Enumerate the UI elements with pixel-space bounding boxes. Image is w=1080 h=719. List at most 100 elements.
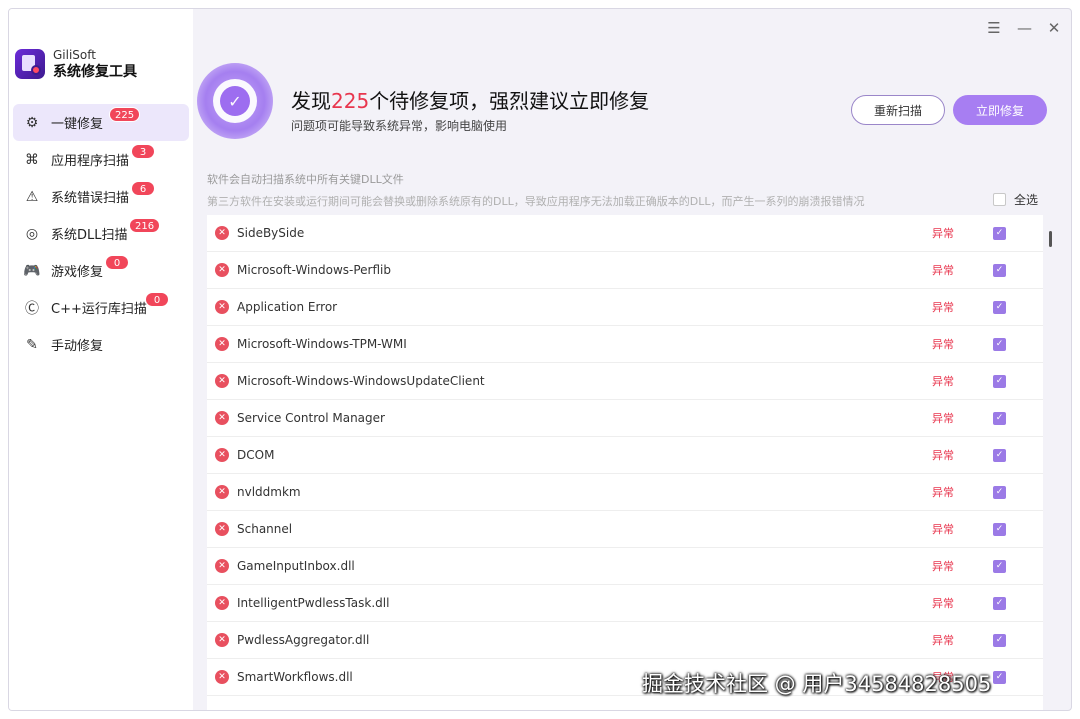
- error-icon: ✕: [215, 670, 229, 684]
- error-icon: ✕: [215, 448, 229, 462]
- error-icon: ✕: [215, 485, 229, 499]
- brand-name-en: GiliSoft: [53, 48, 96, 62]
- status-badge: 异常: [932, 301, 954, 314]
- window-controls: ☰ — ✕: [987, 19, 1061, 37]
- close-icon[interactable]: ✕: [1047, 19, 1061, 37]
- fix-now-button[interactable]: 立即修复: [953, 95, 1047, 125]
- sidebar-item-label: 一键修复: [51, 117, 104, 132]
- item-name: PwdlessAggregator.dll: [237, 633, 370, 647]
- list-item[interactable]: ✕ IntelligentPwdlessTask.dll 异常 ✓: [207, 585, 1043, 622]
- item-checkbox[interactable]: ✓: [993, 559, 1006, 573]
- item-name: IntelligentPwdlessTask.dll: [237, 596, 390, 610]
- sidebar-item-7[interactable]: ✎ 手动修复: [9, 326, 193, 363]
- item-checkbox[interactable]: ✓: [993, 411, 1006, 425]
- item-checkbox[interactable]: ✓: [993, 448, 1006, 462]
- page-title: 发现225个待修复项，强烈建议立即修复: [291, 89, 650, 113]
- issue-list: ✕ SideBySide 异常 ✓ ✕ Microsoft-Windows-Perflib…: [207, 215, 1043, 710]
- sidebar-item-6[interactable]: Ⓒ C++运行库扫描 0: [9, 289, 193, 326]
- item-checkbox[interactable]: ✓: [993, 263, 1006, 277]
- item-checkbox[interactable]: ✓: [993, 485, 1006, 499]
- status-badge: 异常: [932, 523, 954, 536]
- sidebar-item-3[interactable]: ⚠ 系统错误扫描 6: [9, 178, 193, 215]
- item-name: Schannel: [237, 522, 293, 536]
- item-checkbox[interactable]: ✓: [993, 670, 1006, 684]
- minimize-icon[interactable]: —: [1017, 19, 1032, 37]
- item-checkbox[interactable]: ✓: [993, 596, 1006, 610]
- item-name: Microsoft-Windows-TPM-WMI: [237, 337, 407, 351]
- list-item[interactable]: ✕ Microsoft-Windows-WindowsUpdateClient 异常…: [207, 363, 1043, 400]
- item-checkbox[interactable]: ✓: [993, 226, 1006, 240]
- item-name: SideBySide: [237, 226, 305, 240]
- item-name: SmartWorkflows.dll: [237, 670, 353, 684]
- count-badge: 225: [109, 107, 141, 122]
- select-all-checkbox[interactable]: 全选: [993, 191, 1038, 208]
- sidebar-item-label: C++运行库扫描: [51, 302, 147, 317]
- select-all-label: 全选: [1014, 193, 1039, 207]
- sidebar-item-label: 手动修复: [51, 339, 104, 354]
- count-badge: 0: [105, 255, 129, 270]
- status-badge: 异常: [932, 264, 954, 277]
- sidebar-item-5[interactable]: 🎮 游戏修复 0: [9, 252, 193, 289]
- sidebar-item-1[interactable]: ⚙ 一键修复 225: [13, 104, 189, 141]
- app-window: GiliSoft 系统修复工具 ⚙ 一键修复 225 ⌘ 应用程序扫描 3 ⚠ 系统错误扫描 6…: [8, 8, 1072, 711]
- error-icon: ✕: [215, 559, 229, 573]
- status-badge: 异常: [932, 227, 954, 240]
- brand: GiliSoft 系统修复工具: [15, 47, 137, 81]
- status-badge: 异常: [932, 375, 954, 388]
- list-item[interactable]: ✕ DCOM 异常 ✓: [207, 437, 1043, 474]
- list-item[interactable]: ✕ nvlddmkm 异常 ✓: [207, 474, 1043, 511]
- item-name: nvlddmkm: [237, 485, 301, 499]
- error-icon: ✕: [215, 300, 229, 314]
- rescan-button[interactable]: 重新扫描: [851, 95, 945, 125]
- error-icon: ✕: [215, 374, 229, 388]
- status-badge: 异常: [932, 338, 954, 351]
- error-icon: ✕: [215, 633, 229, 647]
- item-name: GameInputInbox.dll: [237, 559, 355, 573]
- gamepad-icon: 🎮: [23, 262, 41, 279]
- item-checkbox[interactable]: ✓: [993, 633, 1006, 647]
- count-badge: 216: [129, 218, 161, 233]
- item-name: Microsoft-Windows-WindowsUpdateClient: [237, 374, 485, 388]
- error-icon: ✕: [215, 411, 229, 425]
- item-checkbox[interactable]: ✓: [993, 300, 1006, 314]
- item-checkbox[interactable]: ✓: [993, 374, 1006, 388]
- error-icon: ✕: [215, 522, 229, 536]
- list-item[interactable]: ✕ GameInputInbox.dll 异常 ✓: [207, 548, 1043, 585]
- menu-icon[interactable]: ☰: [987, 19, 1001, 37]
- dll-target-icon: ◎: [25, 225, 39, 242]
- info-text-2: 第三方软件在安装或运行期间可能会替换或删除系统原有的DLL，导致应用程序无法加载…: [207, 195, 865, 208]
- sidebar-item-label: 系统错误扫描: [51, 191, 130, 206]
- list-item[interactable]: ✕ Microsoft-Windows-Perflib 异常 ✓: [207, 252, 1043, 289]
- warning-icon: ⚠: [25, 188, 39, 205]
- error-icon: ✕: [215, 263, 229, 277]
- list-item[interactable]: ✕ Microsoft-Windows-TPM-WMI 异常 ✓: [207, 326, 1043, 363]
- cpp-icon: Ⓒ: [25, 300, 39, 317]
- list-item[interactable]: ✕ Schannel 异常 ✓: [207, 511, 1043, 548]
- item-checkbox[interactable]: ✓: [993, 522, 1006, 536]
- status-badge: 异常: [932, 449, 954, 462]
- brand-name-cn: 系统修复工具: [53, 64, 137, 80]
- sidebar: GiliSoft 系统修复工具 ⚙ 一键修复 225 ⌘ 应用程序扫描 3 ⚠ 系统错误扫描 6…: [9, 9, 193, 710]
- item-checkbox[interactable]: ✓: [993, 337, 1006, 351]
- shield-check-icon: ✓: [197, 63, 273, 139]
- issue-count: 225: [331, 89, 370, 113]
- watermark: 掘金技术社区 @ 用户3458482850​5: [642, 672, 992, 696]
- sidebar-item-label: 系统DLL扫描: [51, 228, 128, 243]
- sidebar-item-2[interactable]: ⌘ 应用程序扫描 3: [9, 141, 193, 178]
- count-badge: 3: [131, 144, 155, 159]
- page-subtitle: 问题项可能导致系统异常，影响电脑使用: [291, 119, 508, 133]
- info-text-1: 软件会自动扫描系统中所有关键DLL文件: [207, 173, 404, 186]
- sidebar-item-4[interactable]: ◎ 系统DLL扫描 216: [9, 215, 193, 252]
- status-badge: 异常: [932, 560, 954, 573]
- scrollbar-thumb[interactable]: [1049, 231, 1052, 247]
- status-badge: 异常: [932, 634, 954, 647]
- list-item[interactable]: ✕ SideBySide 异常 ✓: [207, 215, 1043, 252]
- list-item[interactable]: ✕ PwdlessAggregator.dll 异常 ✓: [207, 622, 1043, 659]
- status-badge: 异常: [932, 597, 954, 610]
- sidebar-item-label: 应用程序扫描: [51, 154, 130, 169]
- list-item[interactable]: ✕ Application Error 异常 ✓: [207, 289, 1043, 326]
- manual-fix-icon: ✎: [26, 336, 38, 353]
- list-item[interactable]: ✕ Service Control Manager 异常 ✓: [207, 400, 1043, 437]
- error-icon: ✕: [215, 596, 229, 610]
- wrench-circle-icon: ⚙: [25, 114, 39, 131]
